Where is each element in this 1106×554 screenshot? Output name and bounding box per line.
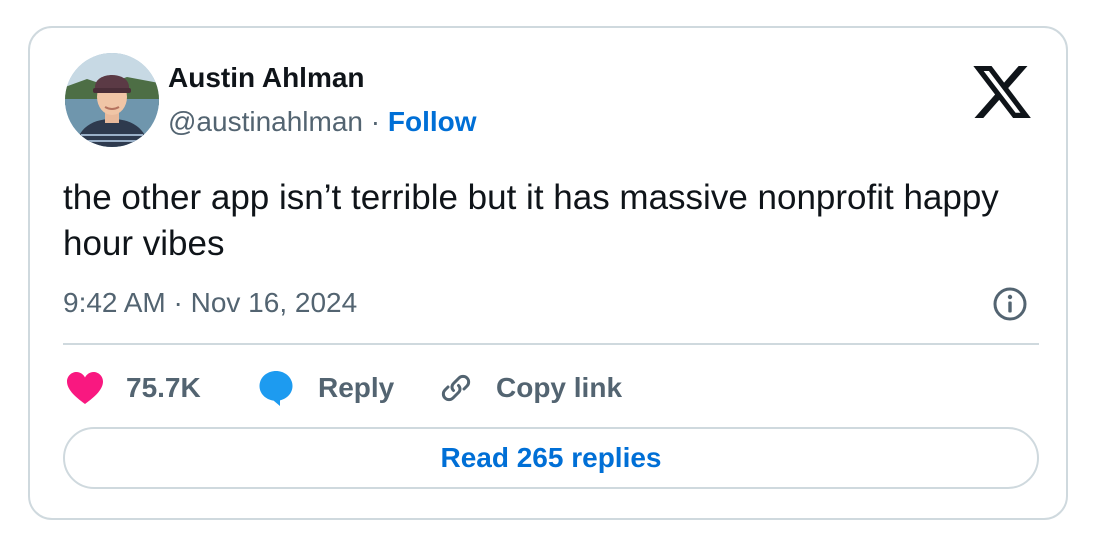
x-logo-icon[interactable] (970, 60, 1034, 124)
tweet-card: Austin Ahlman @austinahlman · Follow the… (28, 26, 1068, 520)
avatar[interactable] (65, 53, 159, 147)
author-name[interactable]: Austin Ahlman (168, 62, 365, 94)
like-count: 75.7K (126, 372, 201, 403)
like-button[interactable]: 75.7K (66, 366, 201, 410)
reply-button[interactable]: Reply (258, 366, 394, 410)
link-icon (441, 374, 471, 402)
read-replies-label: Read 265 replies (440, 442, 662, 473)
read-replies-button[interactable]: Read 265 replies (63, 427, 1039, 489)
heart-icon (67, 372, 103, 404)
info-icon[interactable] (992, 286, 1028, 322)
follow-button[interactable]: Follow (388, 106, 477, 137)
copy-link-button[interactable]: Copy link (438, 366, 622, 410)
copy-link-label: Copy link (496, 372, 623, 403)
tweet-text: the other app isn’t terrible but it has … (63, 178, 999, 263)
author-handle[interactable]: @austinahlman (168, 106, 363, 137)
tweet-timestamp[interactable]: 9:42 AM · Nov 16, 2024 (63, 287, 357, 319)
avatar-photo (65, 53, 159, 147)
handle-row: @austinahlman · Follow (168, 106, 477, 138)
divider (63, 343, 1039, 345)
speech-bubble-icon (259, 371, 293, 406)
reply-label: Reply (318, 372, 395, 403)
separator-dot: · (370, 106, 381, 137)
